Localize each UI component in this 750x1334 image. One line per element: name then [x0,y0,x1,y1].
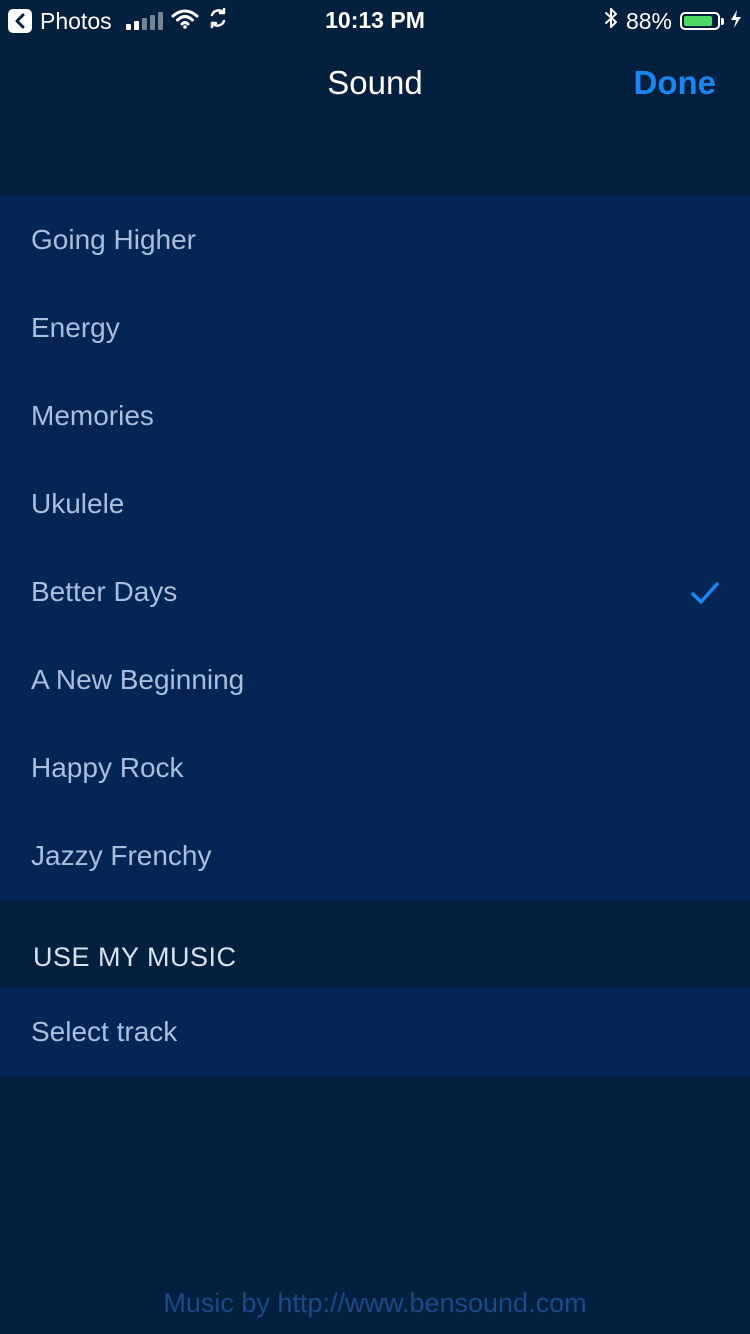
sound-option-label: Jazzy Frenchy [31,840,212,871]
sound-option-selected[interactable]: Better Days [0,548,750,636]
sound-option[interactable]: Energy [0,284,750,372]
sound-option-label: Happy Rock [31,752,184,783]
battery-cap [721,18,724,25]
status-bar: Photos 10:13 PM 88% [0,0,750,40]
sound-option[interactable]: Happy Rock [0,724,750,812]
sound-settings-screen: Photos 10:13 PM 88% Sound Done Going Hig… [0,0,750,1334]
my-music-list: Select track [0,988,750,1076]
checkmark-icon [691,580,719,604]
navigation-bar: Sound Done [0,40,750,129]
battery-icon [680,12,724,30]
sound-list: Going Higher Energy Memories Ukulele Bet… [0,196,750,900]
sound-option-label: Better Days [31,576,178,607]
battery-level-fill [684,16,713,26]
status-bar-right: 88% [604,7,742,35]
sound-option[interactable]: A New Beginning [0,636,750,724]
sound-option-label: Memories [31,400,154,431]
sound-option-label: Energy [31,312,120,343]
select-track-label: Select track [31,1016,178,1047]
sound-option[interactable]: Memories [0,372,750,460]
charging-icon [730,8,742,35]
sound-option-label: A New Beginning [31,664,245,695]
music-credit: Music by http://www.bensound.com [163,1288,587,1318]
sound-option[interactable]: Going Higher [0,196,750,284]
battery-percent: 88% [625,7,672,34]
sound-option[interactable]: Jazzy Frenchy [0,812,750,900]
sound-option-label: Ukulele [31,488,125,519]
sound-option-label: Going Higher [31,224,196,255]
bluetooth-icon [604,7,618,35]
done-button[interactable]: Done [634,64,717,102]
select-track-button[interactable]: Select track [0,988,750,1076]
sound-option[interactable]: Ukulele [0,460,750,548]
section-header-use-my-music: USE MY MUSIC [33,942,237,972]
